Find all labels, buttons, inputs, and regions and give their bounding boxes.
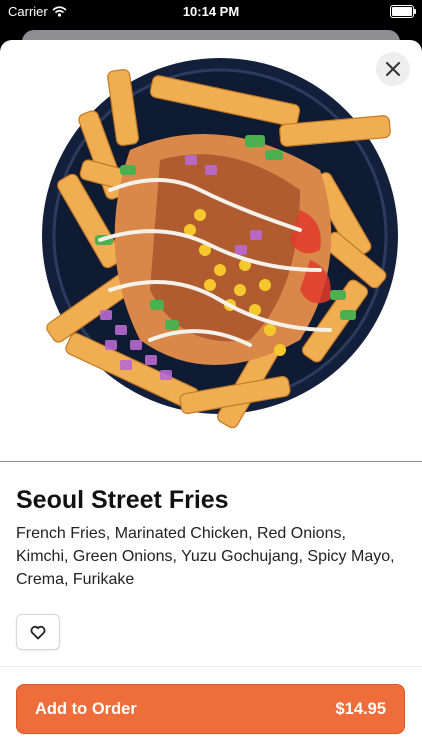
favorite-button[interactable] xyxy=(16,614,60,650)
product-image xyxy=(42,58,398,429)
close-icon xyxy=(386,62,400,76)
close-button[interactable] xyxy=(376,52,410,86)
add-to-order-button[interactable]: Add to Order $14.95 xyxy=(16,684,405,734)
product-detail-sheet: Seoul Street Fries French Fries, Marinat… xyxy=(0,40,422,750)
order-price: $14.95 xyxy=(335,699,386,718)
footer-divider xyxy=(0,666,422,667)
add-to-order-label: Add to Order xyxy=(35,699,137,718)
product-title: Seoul Street Fries xyxy=(16,486,229,514)
image-divider xyxy=(0,461,422,462)
heart-outline-icon xyxy=(30,625,46,639)
product-description: French Fries, Marinated Chicken, Red Oni… xyxy=(16,525,395,588)
status-time: 10:14 PM xyxy=(182,4,240,19)
battery-icon xyxy=(390,5,416,18)
status-bar: Carrier 10:14 PM xyxy=(0,0,422,24)
